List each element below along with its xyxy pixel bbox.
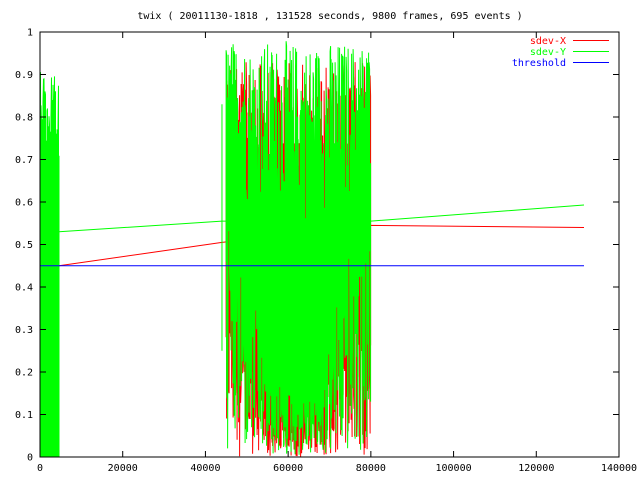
y-tick-label: 0.8 xyxy=(15,113,33,124)
legend-label-sdev-X: sdev-X xyxy=(530,36,566,47)
chart-title: twix ( 20011130-1818 , 131528 seconds, 9… xyxy=(137,11,522,22)
y-tick-label: 1 xyxy=(27,28,33,39)
y-tick-label: 0.5 xyxy=(15,240,33,251)
legend-label-sdev-Y: sdev-Y xyxy=(530,47,566,58)
y-tick-label: 0.2 xyxy=(15,368,33,379)
x-tick-label: 100000 xyxy=(436,463,472,474)
x-tick-label: 140000 xyxy=(601,463,637,474)
x-tick-label: 60000 xyxy=(273,463,303,474)
x-tick-label: 40000 xyxy=(190,463,220,474)
x-tick-label: 20000 xyxy=(108,463,138,474)
y-tick-label: 0.6 xyxy=(15,198,33,209)
y-tick-label: 0.1 xyxy=(15,410,33,421)
y-tick-label: 0 xyxy=(27,453,33,464)
y-tick-label: 0.4 xyxy=(15,283,33,294)
y-tick-label: 0.3 xyxy=(15,325,33,336)
x-tick-label: 80000 xyxy=(356,463,386,474)
y-tick-label: 0.7 xyxy=(15,155,33,166)
y-tick-label: 0.9 xyxy=(15,70,33,81)
x-tick-label: 120000 xyxy=(518,463,554,474)
chart-canvas: twix ( 20011130-1818 , 131528 seconds, 9… xyxy=(0,0,640,480)
legend-label-threshold: threshold xyxy=(512,58,566,69)
x-tick-label: 0 xyxy=(37,463,43,474)
